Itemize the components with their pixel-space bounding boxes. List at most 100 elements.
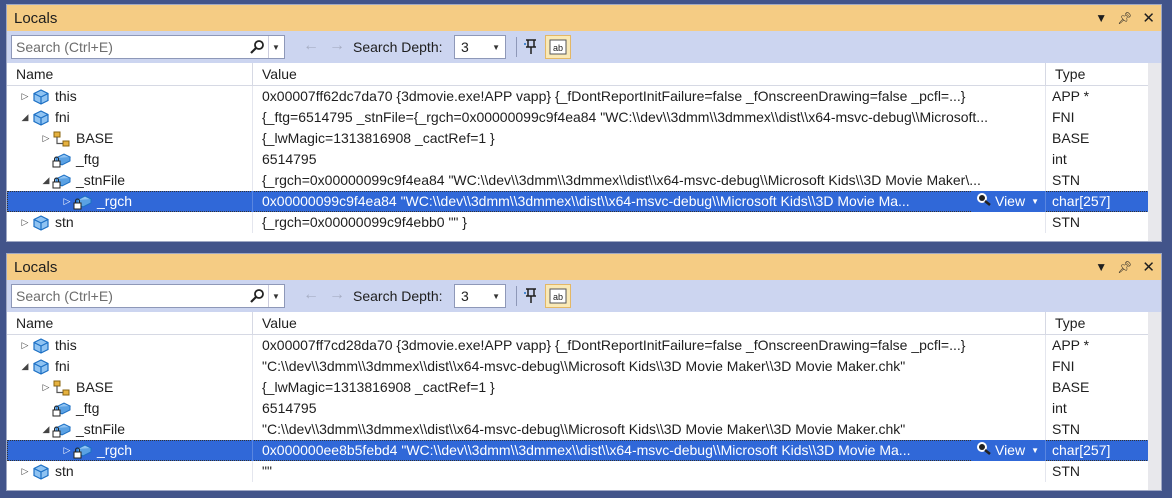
tree-row[interactable]: ◢ _stnFile "C:\\dev\\3dmm\\3dmmex\\dist\\x… (7, 419, 1161, 440)
private-field-icon (73, 441, 93, 461)
vertical-scrollbar[interactable] (1148, 312, 1161, 490)
value-cell[interactable]: "" (253, 461, 1046, 482)
search-depth-select[interactable]: 3 ▼ (454, 284, 506, 308)
private-field-icon (52, 399, 72, 419)
variable-type: FNI (1052, 358, 1075, 374)
variable-value: 0x000000ee8b5febd4 "WC:\\dev\\3dmm\\3dmm… (262, 442, 911, 458)
value-cell[interactable]: "C:\\dev\\3dmm\\3dmmex\\dist\\x64-msvc-d… (253, 356, 1046, 377)
value-cell[interactable]: {_ftg=6514795 _stnFile={_rgch=0x00000099… (253, 107, 1046, 128)
tree-row[interactable]: ◢ _stnFile {_rgch=0x00000099c9f4ea84 "WC:\… (7, 170, 1161, 191)
value-cell[interactable]: {_rgch=0x00000099c9f4ebb0 "" } (253, 212, 1046, 233)
name-cell: ◢ fni (7, 356, 253, 377)
name-cell: ▷ stn (7, 212, 253, 233)
hexadecimal-display-icon[interactable]: ab (545, 35, 571, 59)
tree-row[interactable]: ◢ fni {_ftg=6514795 _stnFile={_rgch=0x0000… (7, 107, 1161, 128)
view-visualizer-button[interactable]: View ▼ (971, 440, 1045, 461)
variable-type: APP * (1052, 88, 1090, 104)
column-header-value[interactable]: Value (253, 63, 1046, 85)
tree-row[interactable]: ▷ _rgch 0x00000099c9f4ea84 "WC:\\dev\\3dmm… (7, 191, 1161, 212)
close-icon[interactable]: ✕ (1142, 9, 1155, 27)
value-cell[interactable]: 0x00007ff7cd28da70 {3dmovie.exe!APP vapp… (253, 335, 1046, 356)
value-cell[interactable]: 0x00000099c9f4ea84 "WC:\\dev\\3dmm\\3dmm… (253, 191, 1046, 212)
expand-arrow-icon[interactable]: ▷ (19, 212, 31, 233)
tree-row[interactable]: ▷ this 0x00007ff62dc7da70 {3dmovie.exe!APP… (7, 86, 1161, 107)
tree-row[interactable]: ▷ stn {_rgch=0x00000099c9f4ebb0 "" } STN (7, 212, 1161, 233)
hexadecimal-display-icon[interactable]: ab (545, 284, 571, 308)
column-header-type[interactable]: Type (1046, 312, 1134, 334)
tree-row[interactable]: ◢ fni "C:\\dev\\3dmm\\3dmmex\\dist\\x64-ms… (7, 356, 1161, 377)
variable-name: _stnFile (76, 421, 126, 437)
expand-arrow-icon[interactable]: ▷ (19, 461, 31, 482)
collapse-arrow-icon[interactable]: ◢ (19, 107, 31, 128)
value-cell[interactable]: 6514795 (253, 398, 1046, 419)
name-cell: ▷ _rgch (7, 191, 253, 212)
vertical-scrollbar[interactable] (1148, 63, 1161, 241)
collapse-arrow-icon[interactable]: ◢ (40, 419, 52, 440)
search-input[interactable] (16, 39, 246, 55)
pin-to-source-icon[interactable] (520, 36, 542, 58)
column-header-name[interactable]: Name (7, 63, 253, 85)
value-cell[interactable]: {_lwMagic=1313816908 _cactRef=1 } (253, 377, 1046, 398)
collapse-arrow-icon[interactable]: ◢ (40, 170, 52, 191)
collapse-arrow-icon[interactable]: ◢ (19, 356, 31, 377)
search-icon[interactable] (246, 285, 268, 307)
name-cell: ◢ _stnFile (7, 170, 253, 191)
search-options-dropdown-icon[interactable]: ▼ (268, 36, 283, 58)
search-box: ▼ (11, 35, 285, 59)
expand-arrow-icon[interactable]: ▷ (40, 377, 52, 398)
search-next-icon[interactable]: → (329, 286, 345, 304)
column-header-name[interactable]: Name (7, 312, 253, 334)
type-cell: FNI (1046, 356, 1134, 377)
chevron-down-icon[interactable]: ▼ (1031, 440, 1039, 461)
pin-window-icon[interactable]: 📌︎ (1117, 260, 1132, 274)
titlebar-controls: ▼ 📌︎ ✕ (1095, 5, 1155, 31)
tree-row[interactable]: ▷ this 0x00007ff7cd28da70 {3dmovie.exe!APP… (7, 335, 1161, 356)
variable-name: stn (55, 463, 74, 479)
variable-name: this (55, 88, 77, 104)
search-depth-value: 3 (461, 39, 469, 55)
value-cell[interactable]: {_rgch=0x00000099c9f4ea84 "WC:\\dev\\3dm… (253, 170, 1046, 191)
variable-name: BASE (76, 130, 114, 146)
name-cell: ◢ fni (7, 107, 253, 128)
value-cell[interactable]: "C:\\dev\\3dmm\\3dmmex\\dist\\x64-msvc-d… (253, 419, 1046, 440)
search-input[interactable] (16, 288, 246, 304)
variable-type: STN (1052, 421, 1080, 437)
column-header-value[interactable]: Value (253, 312, 1046, 334)
tree-row[interactable]: _ftg 6514795 int (7, 149, 1161, 170)
variable-name: _rgch (97, 442, 133, 458)
tree-row[interactable]: ▷ BASE {_lwMagic=1313816908 _cactRef=1 } BA… (7, 377, 1161, 398)
expand-arrow-icon[interactable]: ▷ (61, 191, 73, 212)
window-menu-dropdown-icon[interactable]: ▼ (1095, 11, 1107, 25)
search-previous-icon[interactable]: ← (303, 286, 319, 304)
name-cell: _ftg (7, 149, 253, 170)
expand-arrow-icon[interactable]: ▷ (19, 86, 31, 107)
search-options-dropdown-icon[interactable]: ▼ (268, 285, 283, 307)
magnifier-icon (976, 191, 992, 212)
pin-window-icon[interactable]: 📌︎ (1117, 11, 1132, 25)
object-icon (31, 357, 51, 377)
type-cell: int (1046, 149, 1134, 170)
base-class-icon (52, 129, 72, 149)
pin-to-source-icon[interactable] (520, 285, 542, 307)
variable-value: {_rgch=0x00000099c9f4ea84 "WC:\\dev\\3dm… (262, 172, 981, 188)
search-previous-icon[interactable]: ← (303, 37, 319, 55)
close-icon[interactable]: ✕ (1142, 258, 1155, 276)
search-depth-select[interactable]: 3 ▼ (454, 35, 506, 59)
tree-row[interactable]: _ftg 6514795 int (7, 398, 1161, 419)
search-icon[interactable] (246, 36, 268, 58)
value-cell[interactable]: {_lwMagic=1313816908 _cactRef=1 } (253, 128, 1046, 149)
search-next-icon[interactable]: → (329, 37, 345, 55)
expand-arrow-icon[interactable]: ▷ (40, 128, 52, 149)
column-header-type[interactable]: Type (1046, 63, 1134, 85)
expand-arrow-icon[interactable]: ▷ (19, 335, 31, 356)
view-visualizer-button[interactable]: View ▼ (971, 191, 1045, 212)
tree-row[interactable]: ▷ BASE {_lwMagic=1313816908 _cactRef=1 } BA… (7, 128, 1161, 149)
value-cell[interactable]: 0x00007ff62dc7da70 {3dmovie.exe!APP vapp… (253, 86, 1046, 107)
window-menu-dropdown-icon[interactable]: ▼ (1095, 260, 1107, 274)
expand-arrow-icon[interactable]: ▷ (61, 440, 73, 461)
tree-row[interactable]: ▷ _rgch 0x000000ee8b5febd4 "WC:\\dev\\3dmm… (7, 440, 1161, 461)
value-cell[interactable]: 6514795 (253, 149, 1046, 170)
chevron-down-icon[interactable]: ▼ (1031, 191, 1039, 212)
value-cell[interactable]: 0x000000ee8b5febd4 "WC:\\dev\\3dmm\\3dmm… (253, 440, 1046, 461)
tree-row[interactable]: ▷ stn "" STN (7, 461, 1161, 482)
